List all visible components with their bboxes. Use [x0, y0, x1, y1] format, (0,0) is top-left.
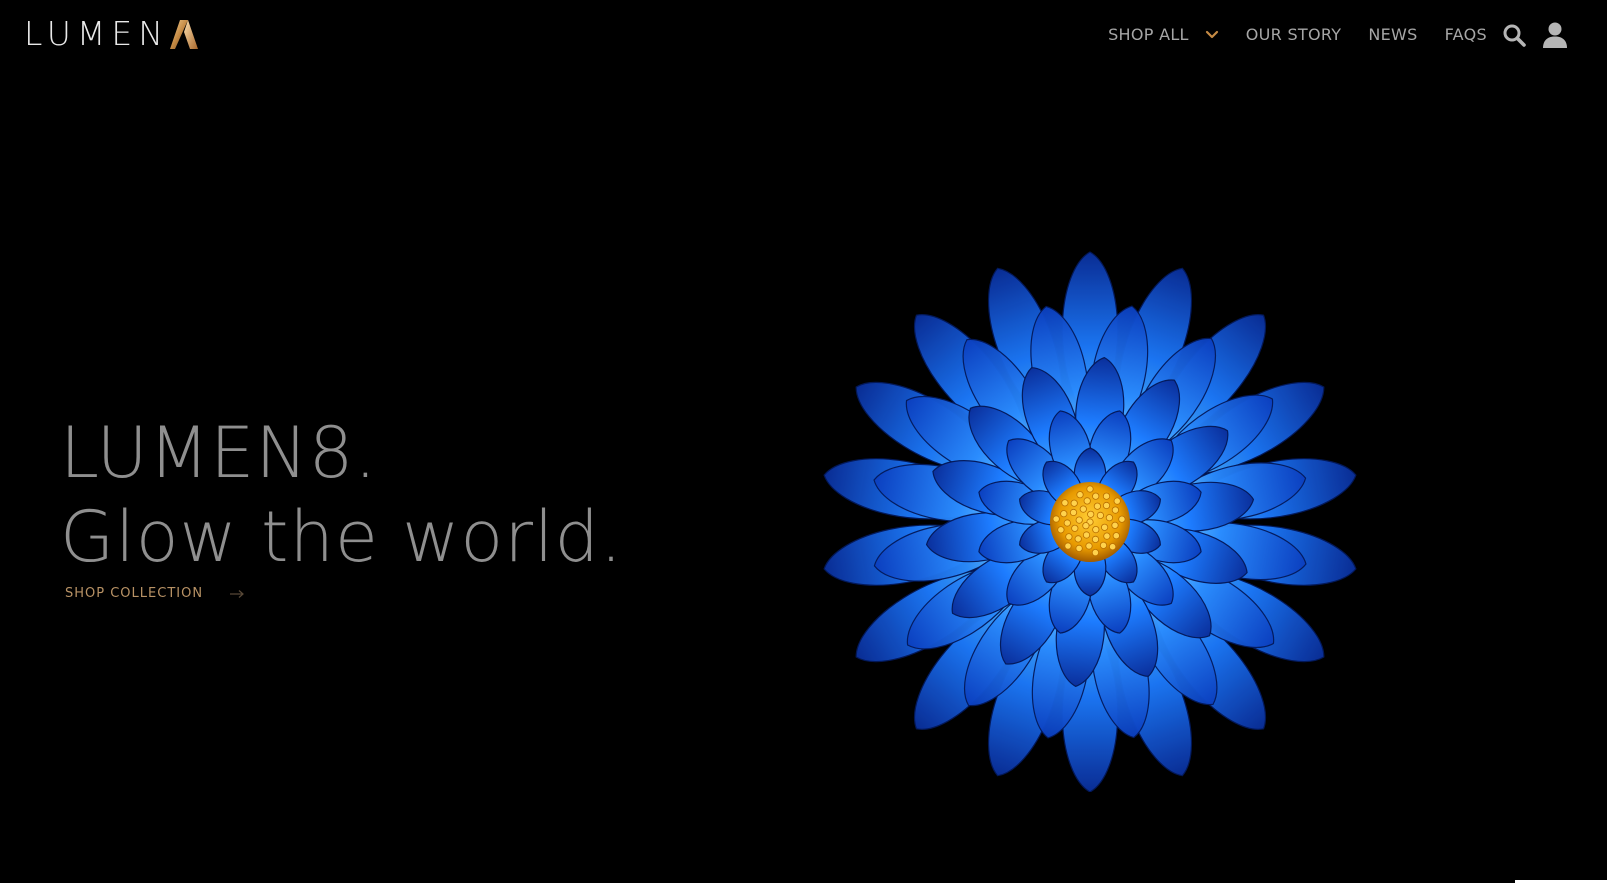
logo-wordmark: LUMEN	[24, 14, 169, 53]
nav-faqs-label: FAQS	[1444, 25, 1487, 44]
flower-stamen	[1111, 521, 1119, 529]
flower-stamen	[1092, 492, 1100, 500]
nav-shop-all[interactable]: SHOP ALL	[1108, 18, 1219, 52]
flower-stamen	[1057, 526, 1065, 534]
flower-stamen	[1103, 532, 1111, 540]
flower-stamen	[1075, 544, 1083, 552]
flower-stamen	[1087, 510, 1095, 518]
nav-our-story-label: OUR STORY	[1245, 25, 1342, 44]
flower-stamen	[1052, 515, 1060, 523]
hero-headline-line2: Glow the world.	[60, 496, 624, 578]
flower-stamen	[1065, 533, 1073, 541]
hero-headline: LUMEN8. Glow the world.	[60, 410, 760, 580]
flower-stamen	[1113, 497, 1121, 505]
flower-stamen	[1118, 515, 1126, 523]
arrow-right-icon	[230, 590, 244, 598]
nav-shop-all-label: SHOP ALL	[1108, 25, 1189, 44]
logo-a-mark-icon	[169, 20, 198, 49]
flower-stamen	[1061, 499, 1069, 507]
flower-stamen	[1091, 535, 1100, 543]
flower-stamen	[1083, 497, 1091, 505]
search-button[interactable]	[1501, 20, 1527, 50]
flower-stamen	[1102, 492, 1111, 500]
flower-stamen	[1112, 532, 1120, 540]
flower-stamen	[1070, 499, 1078, 507]
shop-collection-label: SHOP COLLECTION	[65, 586, 204, 601]
account-button[interactable]	[1541, 20, 1569, 50]
flower-stamen	[1096, 511, 1104, 519]
nav-news[interactable]: NEWS	[1368, 18, 1417, 52]
flower-stamen	[1105, 514, 1113, 522]
main-nav: SHOP ALL OUR STORY NEWS FAQS	[1108, 18, 1569, 52]
flower-stamen	[1079, 505, 1087, 513]
flower-stamen	[1111, 506, 1119, 514]
flower-stamen	[1101, 523, 1109, 531]
hero-flower-image	[823, 251, 1357, 792]
flower-stamen	[1063, 519, 1071, 527]
flower-stamen	[1092, 525, 1100, 534]
search-icon	[1503, 24, 1526, 47]
nav-news-label: NEWS	[1368, 25, 1418, 44]
flower-stamen	[1064, 542, 1072, 550]
flower-stamen	[1086, 485, 1094, 493]
flower-stamen	[1091, 548, 1100, 557]
nav-faqs[interactable]: FAQS	[1445, 18, 1487, 52]
flower-stamen	[1082, 531, 1091, 539]
flower-stamen	[1082, 522, 1090, 530]
flower-stamen	[1075, 516, 1083, 524]
flower-stamen	[1071, 524, 1079, 532]
flower-stamen	[1069, 508, 1078, 517]
hero-headline-line1: LUMEN8.	[60, 412, 378, 494]
flower-stamen	[1102, 501, 1111, 510]
flower-stamen	[1076, 491, 1084, 499]
flower-stamen	[1060, 510, 1068, 518]
flower-stamen	[1085, 542, 1093, 550]
site-header: LUMEN SHOP ALL OUR STORY NEWS FAQS	[0, 0, 1607, 72]
flower-stamen	[1099, 541, 1108, 549]
flower-stamen	[1093, 502, 1101, 510]
brand-logo[interactable]: LUMEN	[24, 14, 199, 54]
user-icon	[1543, 22, 1567, 48]
flower-stamen	[1108, 543, 1117, 551]
landing-page: LUMEN SHOP ALL OUR STORY NEWS FAQS LUMEN…	[0, 0, 1607, 883]
nav-our-story[interactable]: OUR STORY	[1246, 18, 1342, 52]
shop-collection-link[interactable]: SHOP COLLECTION	[65, 585, 245, 603]
flower-stamen	[1074, 535, 1082, 543]
chevron-down-icon	[1205, 30, 1218, 39]
